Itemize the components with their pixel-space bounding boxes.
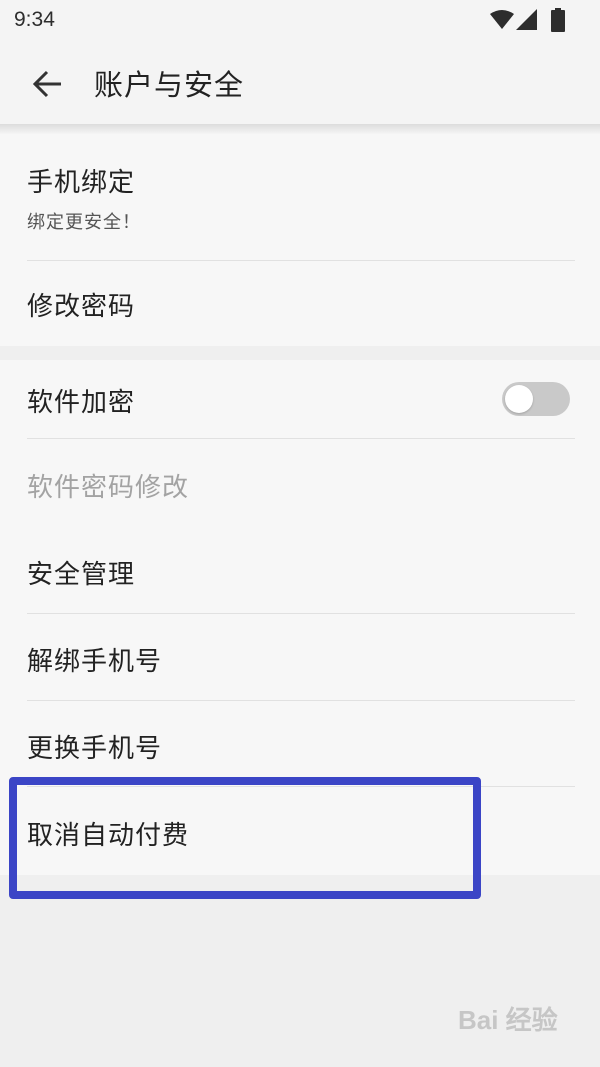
- settings-item-label: 软件密码修改: [27, 473, 190, 503]
- wifi-icon: [490, 10, 514, 29]
- settings-item-subtitle: 绑定更安全！: [27, 212, 141, 233]
- settings-item-security-management[interactable]: 安全管理: [0, 526, 600, 612]
- settings-item-change-phone[interactable]: 更换手机号: [0, 701, 600, 787]
- page-title: 账户与安全: [94, 68, 245, 102]
- status-bar: 9:34: [0, 0, 600, 44]
- status-time: 9:34: [14, 8, 55, 31]
- battery-icon: [551, 8, 565, 32]
- settings-item-phone-binding[interactable]: 手机绑定 绑定更安全！: [0, 134, 600, 260]
- settings-item-software-password-change: 软件密码修改: [0, 439, 600, 525]
- settings-item-label: 软件加密: [27, 388, 136, 418]
- settings-group-phone: 手机绑定 绑定更安全！ 修改密码: [0, 134, 600, 346]
- app-bar: 账户与安全: [0, 44, 600, 124]
- toggle-knob: [505, 385, 533, 413]
- settings-item-label: 手机绑定: [27, 168, 136, 198]
- settings-item-label: 解绑手机号: [27, 647, 163, 677]
- status-icons: [456, 8, 565, 34]
- signal-icon: [516, 9, 537, 30]
- highlight-box: [9, 777, 481, 899]
- encryption-toggle[interactable]: [502, 382, 570, 416]
- back-arrow-icon[interactable]: [28, 64, 68, 104]
- settings-item-unbind-phone[interactable]: 解绑手机号: [0, 614, 600, 700]
- watermark: Bai 经验: [458, 1005, 558, 1035]
- settings-item-label: 更换手机号: [27, 734, 163, 764]
- settings-item-change-password[interactable]: 修改密码: [0, 261, 600, 346]
- settings-item-software-encryption[interactable]: 软件加密: [0, 360, 600, 438]
- app-bar-shadow: [0, 124, 600, 134]
- settings-item-label: 安全管理: [27, 560, 136, 590]
- settings-item-label: 修改密码: [27, 292, 136, 322]
